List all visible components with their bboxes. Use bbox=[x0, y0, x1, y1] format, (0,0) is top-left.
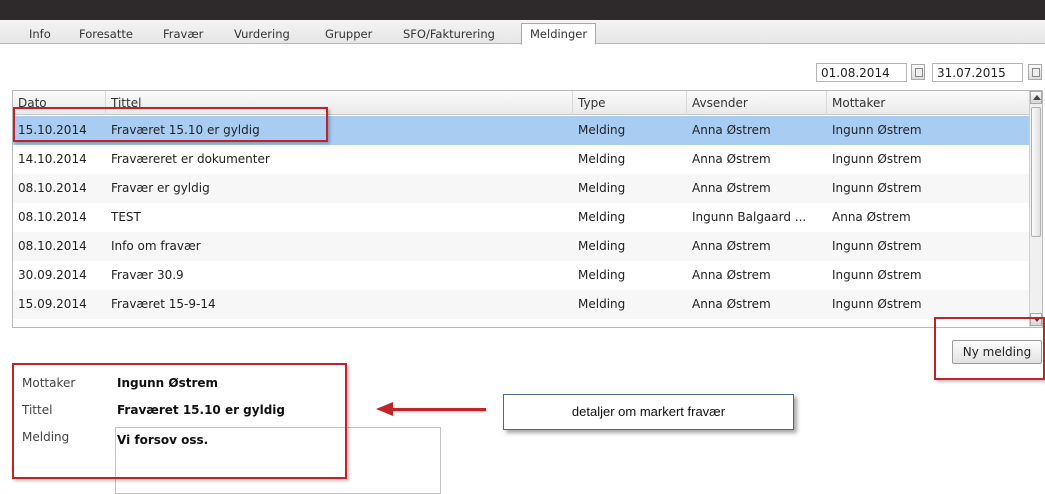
cell-avsender: Ingunn Balgaard ... bbox=[692, 210, 807, 224]
cell-type: Melding bbox=[578, 268, 626, 282]
cell-dato: 15.09.2014 bbox=[18, 297, 87, 311]
cell-type: Melding bbox=[578, 152, 626, 166]
table-row[interactable]: 08.10.2014 TEST Melding Ingunn Balgaard … bbox=[13, 203, 1031, 232]
cell-tittel: Fravær 30.9 bbox=[111, 268, 184, 282]
tab-meldinger[interactable]: Meldinger bbox=[521, 23, 597, 45]
annotation-arrow bbox=[392, 408, 486, 411]
date-to-field[interactable]: 31.07.2015 bbox=[932, 63, 1023, 82]
cell-mottaker: Anna Østrem bbox=[832, 210, 911, 224]
cell-dato: 08.10.2014 bbox=[18, 181, 87, 195]
cell-mottaker: Ingunn Østrem bbox=[832, 152, 922, 166]
annotation-callout: detaljer om markert fravær bbox=[503, 394, 794, 430]
table-row[interactable]: 15.09.2014 Fraværet 15-9-14 Melding Anna… bbox=[13, 290, 1031, 319]
tab-info[interactable]: Info bbox=[29, 25, 51, 44]
column-header-avsender[interactable]: Avsender bbox=[687, 91, 827, 115]
tab-vurdering[interactable]: Vurdering bbox=[234, 25, 290, 44]
cell-tittel: Fraværet 15-9-14 bbox=[111, 297, 216, 311]
tab-foresatte[interactable]: Foresatte bbox=[79, 25, 133, 44]
cell-avsender: Anna Østrem bbox=[692, 152, 771, 166]
cell-dato: 30.09.2014 bbox=[18, 268, 87, 282]
cell-mottaker: Ingunn Østrem bbox=[832, 123, 922, 137]
column-header-type[interactable]: Type bbox=[573, 91, 687, 115]
cell-avsender: Anna Østrem bbox=[692, 181, 771, 195]
table-row[interactable]: 30.09.2014 Fravær 30.9 Melding Anna Østr… bbox=[13, 261, 1031, 290]
table-row[interactable]: 08.10.2014 Info om fravær Melding Anna Ø… bbox=[13, 232, 1031, 261]
cell-avsender: Anna Østrem bbox=[692, 239, 771, 253]
cell-type: Melding bbox=[578, 210, 626, 224]
tab-fravaer[interactable]: Fravær bbox=[163, 25, 203, 44]
cell-mottaker: Ingunn Østrem bbox=[832, 268, 922, 282]
cell-mottaker: Ingunn Østrem bbox=[832, 239, 922, 253]
cell-dato: 08.10.2014 bbox=[18, 210, 87, 224]
highlight-details bbox=[12, 363, 347, 479]
highlight-selected-row bbox=[13, 107, 328, 142]
cell-tittel: Fraværeret er dokumenter bbox=[111, 152, 270, 166]
cell-dato: 08.10.2014 bbox=[18, 239, 87, 253]
column-header-mottaker[interactable]: Mottaker bbox=[827, 91, 1031, 115]
cell-mottaker: Ingunn Østrem bbox=[832, 297, 922, 311]
cell-type: Melding bbox=[578, 123, 626, 137]
grid-scrollbar[interactable] bbox=[1029, 91, 1042, 327]
scroll-up-button[interactable] bbox=[1030, 91, 1042, 104]
tab-sfo-fakturering[interactable]: SFO/Fakturering bbox=[403, 25, 495, 44]
cell-type: Melding bbox=[578, 181, 626, 195]
scroll-thumb[interactable] bbox=[1031, 107, 1041, 237]
tab-grupper[interactable]: Grupper bbox=[325, 25, 372, 44]
table-row[interactable]: 08.10.2014 Fravær er gyldig Melding Anna… bbox=[13, 174, 1031, 203]
cell-avsender: Anna Østrem bbox=[692, 123, 771, 137]
cell-mottaker: Ingunn Østrem bbox=[832, 181, 922, 195]
date-from-field[interactable]: 01.08.2014 bbox=[816, 63, 907, 82]
cell-type: Melding bbox=[578, 239, 626, 253]
cell-tittel: Fravær er gyldig bbox=[111, 181, 210, 195]
tab-strip: Info Foresatte Fravær Vurdering Grupper … bbox=[0, 20, 1045, 45]
table-row[interactable]: 14.10.2014 Fraværeret er dokumenter Meld… bbox=[13, 145, 1031, 174]
cell-avsender: Anna Østrem bbox=[692, 297, 771, 311]
arrow-left-icon bbox=[376, 402, 393, 416]
cell-avsender: Anna Østrem bbox=[692, 268, 771, 282]
cell-type: Melding bbox=[578, 297, 626, 311]
cell-tittel: Info om fravær bbox=[111, 239, 201, 253]
calendar-to-icon[interactable] bbox=[1028, 64, 1042, 80]
calendar-from-icon[interactable] bbox=[911, 64, 925, 80]
cell-tittel: TEST bbox=[111, 210, 141, 224]
arrow-up-icon bbox=[1033, 95, 1041, 100]
highlight-new-message bbox=[934, 317, 1045, 380]
top-bar bbox=[0, 0, 1045, 20]
cell-dato: 14.10.2014 bbox=[18, 152, 87, 166]
